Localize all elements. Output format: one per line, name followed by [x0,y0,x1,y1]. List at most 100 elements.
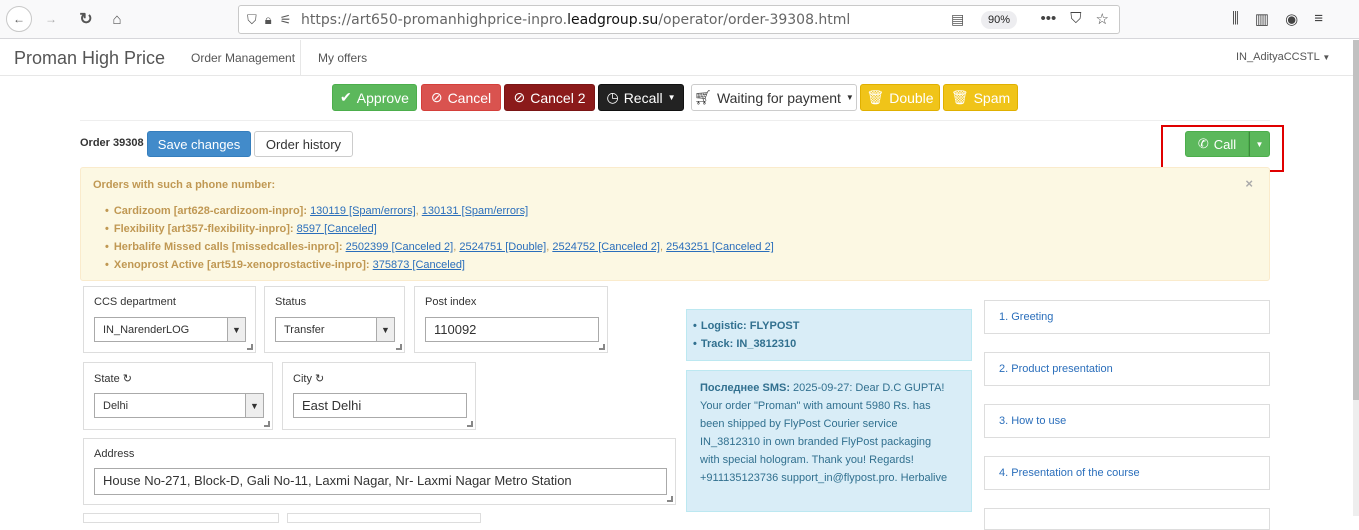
state-panel: State ↻ Delhi ▼ [83,362,273,430]
script-step-how-to-use[interactable]: 3. How to use [984,404,1270,438]
order-link[interactable]: 130131 [Spam/errors] [422,205,528,217]
shield-icon[interactable]: ⛉ [247,12,257,28]
call-button[interactable]: ✆ Call [1185,131,1249,157]
account-icon[interactable]: ◉ [1285,10,1298,28]
address-input[interactable]: House No-271, Block-D, Gali No-11, Laxmi… [94,468,667,495]
url-domain: leadgroup.su [567,12,659,28]
zoom-indicator[interactable]: 90% [981,11,1017,29]
resize-handle[interactable] [467,421,473,427]
ccs-department-select[interactable]: IN_NarenderLOG ▼ [94,317,246,342]
city-panel: City ↻ East Delhi [282,362,476,430]
clock-icon: ◷ [606,89,619,105]
list-item: Herbalife Missed calls [missedcalles-inp… [105,241,774,259]
order-link[interactable]: 8597 [Canceled] [297,223,377,235]
pocket-icon[interactable]: ⛉ [1070,10,1081,28]
library-icon[interactable]: ⫼ [1232,10,1239,28]
script-step-course-presentation[interactable]: 4. Presentation of the course [984,456,1270,490]
order-link[interactable]: 375873 [Canceled] [373,259,465,271]
refresh-icon[interactable]: ↻ [123,373,132,385]
double-button[interactable]: 🗑︎ Double [860,84,940,111]
logistic-item: Logistic: FLYPOST [693,320,800,338]
sms-body: 2025-09-27: Dear D.C GUPTA! Your order "… [700,382,948,484]
sidebar-icon[interactable]: ▥ [1255,10,1269,28]
ccs-department-label: CCS department [94,296,176,308]
nav-my-offers[interactable]: My offers [318,51,367,65]
ban-icon: ⊘ [430,89,443,105]
user-menu[interactable]: IN_AdityaCCSTL ▼ [1236,51,1330,63]
url-text[interactable]: https://art650-promanhighprice-inpro.lea… [301,12,850,28]
spam-label: Spam [973,89,1011,106]
bookmark-star-icon[interactable]: ☆ [1096,10,1109,28]
list-item: Xenoprost Active [art519-xenoprostactive… [105,259,774,277]
back-button[interactable]: ← [6,6,32,32]
home-button[interactable]: ⌂ [104,6,130,32]
resize-handle[interactable] [247,344,253,350]
order-link[interactable]: 2524752 [Canceled 2] [552,241,660,253]
double-label: Double [889,89,934,106]
refresh-icon[interactable]: ↻ [315,373,324,385]
order-history-button[interactable]: Order history [254,131,353,157]
save-changes-button[interactable]: Save changes [147,131,251,157]
cancel-button[interactable]: ⊘ Cancel [421,84,501,111]
lock-icon[interactable]: 🔒︎ [265,12,272,28]
scrollbar-thumb[interactable] [1353,40,1359,400]
cancel2-button[interactable]: ⊘ Cancel 2 [504,84,595,111]
spam-button[interactable]: 🗑︎ Spam [943,84,1018,111]
status-value: Transfer [284,324,325,336]
offer-name: Flexibility [art357-flexibility-inpro] [113,223,290,235]
check-icon: ✔ [340,89,352,105]
nav-order-management[interactable]: Order Management [191,51,295,65]
order-link[interactable]: 2543251 [Canceled 2] [666,241,774,253]
order-label: Order 39308 [80,137,144,149]
post-index-input[interactable]: 110092 [425,317,599,342]
recall-label: Recall [623,89,663,106]
menu-icon[interactable]: ≡ [1314,10,1323,28]
city-label: City [293,373,312,385]
url-bar[interactable]: ⛉ 🔒︎ ⚟ https://art650-promanhighprice-in… [238,5,1120,34]
home-icon: ⌂ [112,10,122,28]
script-step-next[interactable] [984,508,1270,530]
address-label: Address [94,448,135,460]
list-item: Flexibility [art357-flexibility-inpro]: … [105,223,774,241]
forward-button[interactable]: → [38,6,64,32]
script-step-greeting[interactable]: 1. Greeting [984,300,1270,334]
caret-down-icon: ▼ [845,93,854,102]
arrow-right-icon: → [45,12,57,26]
ccs-department-panel: CCS department IN_NarenderLOG ▼ [83,286,256,353]
state-select[interactable]: Delhi ▼ [94,393,264,418]
resize-handle[interactable] [667,496,673,502]
caret-down-icon: ▼ [1255,139,1264,149]
city-label-wrap: City ↻ [293,372,324,385]
resize-handle[interactable] [599,344,605,350]
city-input[interactable]: East Delhi [293,393,467,418]
address-panel: Address House No-271, Block-D, Gali No-1… [83,438,676,505]
script-step-product-presentation[interactable]: 2. Product presentation [984,352,1270,386]
ccs-department-value: IN_NarenderLOG [103,324,190,336]
call-dropdown-button[interactable]: ▼ [1249,131,1270,157]
brand[interactable]: Proman High Price [14,48,165,69]
recall-button[interactable]: ◷ Recall ▼ [598,84,684,111]
cancel2-label: Cancel 2 [530,89,586,106]
sms-label: Последнее SMS: [700,382,790,394]
order-link[interactable]: 130119 [Spam/errors] [310,205,416,217]
more-icon[interactable]: ••• [1041,10,1057,28]
approve-button[interactable]: ✔ Approve [332,84,417,111]
caret-down-icon: ▼ [667,93,676,102]
resize-handle[interactable] [396,344,402,350]
resize-handle[interactable] [264,421,270,427]
chevron-down-icon: ▼ [245,394,263,417]
trash-icon: 🗑︎ [866,89,885,105]
approve-label: Approve [356,89,409,106]
order-link[interactable]: 2524751 [Double] [459,241,546,253]
order-link[interactable]: 2502399 [Canceled 2] [346,241,454,253]
post-index-panel: Post index 110092 [414,286,608,353]
waiting-for-payment-button[interactable]: 🛒︎ Waiting for payment ▼ [691,84,857,111]
url-prefix: https://art650-promanhighprice-inpro. [301,12,568,28]
close-icon[interactable]: × [1245,176,1253,191]
permissions-icon[interactable]: ⚟ [280,12,292,28]
status-select[interactable]: Transfer ▼ [275,317,395,342]
post-index-label: Post index [425,296,477,308]
reload-button[interactable]: ↻ [73,6,99,32]
status-label: Status [275,296,307,308]
reader-view-icon[interactable]: ▤ [951,11,964,28]
